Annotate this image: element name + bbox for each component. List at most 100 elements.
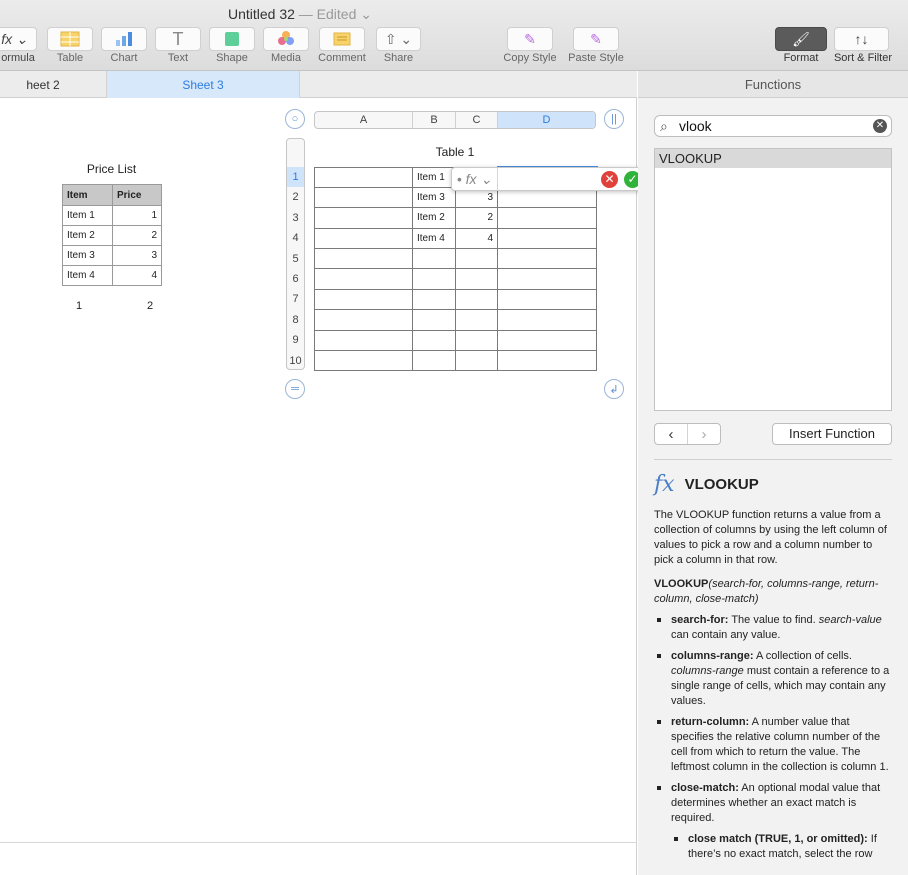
table-cell[interactable]: 4 (112, 265, 162, 286)
back-button[interactable]: ‹ (655, 424, 687, 444)
table-cell[interactable] (314, 166, 413, 188)
table-cell[interactable] (497, 309, 597, 331)
table-cell[interactable] (455, 350, 498, 372)
formula-editor[interactable]: • fx ⌄ ✕ ✓ (451, 167, 645, 191)
text-button[interactable]: T (155, 27, 201, 51)
table-cell[interactable] (455, 268, 498, 290)
formula-button[interactable]: fx ⌄ (0, 27, 37, 51)
table-cell[interactable]: 2 (112, 225, 162, 246)
table-cell[interactable] (455, 329, 498, 352)
clear-search-icon[interactable]: ✕ (873, 119, 887, 133)
media-button[interactable] (263, 27, 309, 51)
table-cell[interactable] (314, 329, 413, 352)
comment-button[interactable] (319, 27, 365, 51)
table-cell[interactable]: Item 3 (62, 245, 113, 266)
table-cell[interactable] (455, 309, 498, 331)
table-cell[interactable] (412, 329, 456, 352)
fx-menu-button[interactable]: • fx ⌄ (452, 168, 498, 190)
format-button[interactable]: 🖌 (775, 27, 827, 51)
table-cell[interactable]: Item 1 (412, 166, 456, 188)
table-cell[interactable] (455, 248, 498, 270)
paste-style-button[interactable]: ✎ (573, 27, 619, 51)
list-item[interactable]: VLOOKUP (655, 149, 891, 168)
column-header-d[interactable]: D (498, 112, 595, 128)
table-cell[interactable]: 1 (112, 205, 162, 226)
select-table-handle[interactable]: ○ (285, 109, 305, 129)
table-cell[interactable] (314, 288, 413, 311)
table-cell[interactable]: Item 4 (62, 265, 113, 286)
table-button[interactable] (47, 27, 93, 51)
column-header[interactable]: Item (62, 184, 113, 206)
table-cell[interactable]: 4 (455, 227, 498, 250)
table-cell[interactable] (314, 227, 413, 250)
row-header[interactable]: 2 (287, 187, 304, 207)
table-cell[interactable]: Item 3 (412, 186, 456, 209)
table-cell[interactable] (497, 248, 597, 270)
table-cell[interactable] (497, 207, 597, 229)
functions-header: Functions (638, 71, 908, 98)
table-cell[interactable] (314, 186, 413, 209)
doc-description: The VLOOKUP function returns a value fro… (654, 509, 887, 566)
table-cell[interactable] (412, 350, 456, 372)
row-header[interactable]: 5 (287, 249, 304, 269)
search-input[interactable] (679, 118, 859, 134)
table-cell[interactable] (412, 288, 456, 311)
table-cell[interactable] (455, 288, 498, 311)
arg-term: close-match: (671, 782, 739, 794)
row-header[interactable]: 10 (287, 351, 304, 371)
row-header[interactable]: 6 (287, 269, 304, 289)
table-cell[interactable] (412, 248, 456, 270)
table-cell[interactable] (314, 207, 413, 229)
row-header[interactable]: 7 (287, 289, 304, 309)
chart-button[interactable] (101, 27, 147, 51)
row-header[interactable]: 4 (287, 228, 304, 248)
table-cell[interactable] (497, 288, 597, 311)
add-row-handle[interactable]: ═ (285, 379, 305, 399)
table-cell[interactable] (412, 268, 456, 290)
table-cell[interactable]: 3 (112, 245, 162, 266)
table-row (314, 309, 597, 331)
row-header[interactable]: 8 (287, 310, 304, 330)
resize-table-handle[interactable]: ↲ (604, 379, 624, 399)
list-item: return-column: A number value that speci… (654, 715, 894, 775)
edited-status[interactable]: — Edited ⌄ (299, 6, 372, 22)
row-header[interactable]: 9 (287, 330, 304, 350)
table-cell[interactable] (497, 268, 597, 290)
function-results-list[interactable]: VLOOKUP (654, 148, 892, 411)
copy-style-button[interactable]: ✎ (507, 27, 553, 51)
row-header[interactable]: 3 (287, 208, 304, 228)
tab-sheet-2[interactable]: heet 2 (0, 71, 107, 98)
table-cell[interactable]: Item 2 (412, 207, 456, 229)
cancel-formula-button[interactable]: ✕ (601, 171, 618, 188)
sort-filter-button[interactable]: ↑↓ (834, 27, 889, 51)
table-cell[interactable] (497, 329, 597, 352)
table-cell[interactable]: Item 2 (62, 225, 113, 246)
table-cell[interactable] (497, 350, 597, 372)
table-1-grid[interactable]: Item 1 Item 3 3 Item 2 2 Item 4 4 (314, 165, 598, 372)
table-cell[interactable] (314, 248, 413, 270)
table-cell[interactable] (314, 268, 413, 290)
function-search[interactable]: ⌕ ✕ (654, 115, 892, 137)
column-header-c[interactable]: C (456, 112, 498, 128)
add-column-handle[interactable]: || (604, 109, 624, 129)
table-cell[interactable] (497, 227, 597, 250)
tab-sheet-3[interactable]: Sheet 3 (107, 71, 300, 98)
list-item: columns-range: A collection of cells. co… (654, 649, 894, 709)
table-cell[interactable]: Item 4 (412, 227, 456, 250)
column-header-b[interactable]: B (413, 112, 456, 128)
insert-function-button[interactable]: Insert Function (772, 423, 892, 445)
table-cell[interactable]: Item 1 (62, 205, 113, 226)
column-header[interactable]: Price (112, 184, 162, 206)
share-button[interactable]: ⇧ ⌄ (376, 27, 421, 51)
shape-button[interactable] (209, 27, 255, 51)
column-header-a[interactable]: A (315, 112, 413, 128)
row-header[interactable]: 1 (287, 167, 304, 188)
table-cell[interactable] (412, 309, 456, 331)
table-cell[interactable] (314, 309, 413, 331)
price-list-table[interactable]: Item Price Item 1 1 Item 2 2 Item 3 3 It… (62, 184, 162, 286)
table-cell[interactable]: 2 (455, 207, 498, 229)
forward-button[interactable]: › (687, 424, 720, 444)
comment-label: Comment (318, 52, 366, 64)
table-cell[interactable] (314, 350, 413, 372)
table-1-title[interactable]: Table 1 (314, 145, 596, 159)
